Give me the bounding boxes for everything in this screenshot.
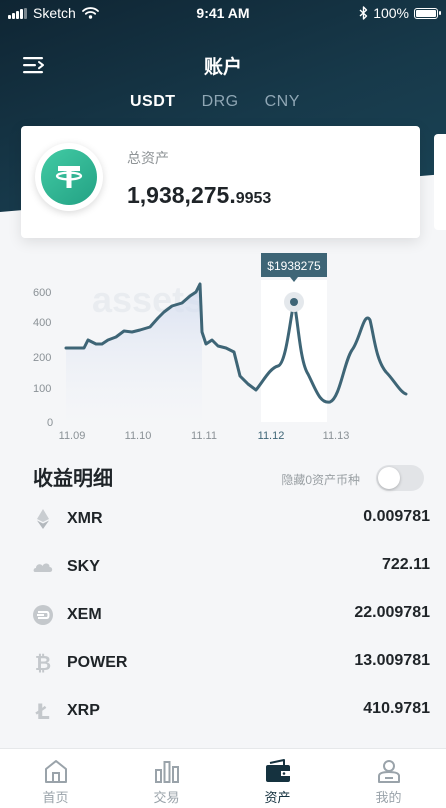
total-asset-card[interactable]: 总资产 1,938,275.9953	[21, 126, 420, 238]
asset-amount: 13.009781	[354, 652, 430, 669]
list-item[interactable]: ₿ POWER 13.009781	[0, 641, 446, 689]
asset-name: SKY	[67, 558, 100, 575]
svg-text:Ł: Ł	[35, 700, 49, 722]
page-title: 账户	[203, 57, 242, 78]
tab-drg[interactable]: DRG	[202, 93, 239, 111]
tooltip-text: $1938275	[267, 259, 321, 273]
tab-trade[interactable]: 交易	[111, 749, 222, 808]
total-asset-label: 总资产	[127, 150, 169, 166]
tab-cny[interactable]: CNY	[265, 93, 300, 111]
bitcoin-icon: ₿	[35, 652, 51, 674]
tether-icon	[41, 149, 97, 205]
tab-label: 首页	[42, 790, 69, 805]
asset-amount: 0.009781	[363, 508, 430, 525]
tab-assets[interactable]: 资产	[222, 749, 333, 808]
asset-amount: 410.9781	[363, 700, 430, 717]
tab-label: 我的	[375, 790, 402, 805]
battery-percent: 100%	[373, 5, 409, 21]
y-tick-400: 400	[33, 317, 51, 329]
income-title: 收益明细	[33, 468, 113, 490]
tab-usdt[interactable]: USDT	[130, 93, 176, 111]
tab-profile[interactable]: 我的	[333, 749, 444, 808]
chart-svg: assets $1938275 600 400 200 100 0 11.09 …	[33, 253, 408, 442]
tab-label: 交易	[153, 790, 180, 805]
coin-logo	[35, 143, 103, 211]
tab-bar: 首页 交易 资产 我的	[0, 748, 446, 808]
x-tick-1109: 11.09	[59, 430, 86, 442]
chart-point-inner	[290, 298, 298, 306]
status-bar: Sketch 9:41 AM 100%	[0, 0, 446, 26]
battery-icon	[414, 7, 441, 19]
asset-amount: 722.11	[381, 556, 430, 573]
asset-value-decimal: 9953	[235, 190, 272, 207]
x-tick-1110: 11.10	[125, 430, 152, 442]
status-right: 100%	[359, 5, 441, 21]
asset-name: XMR	[67, 510, 103, 527]
total-asset-value: 1,938,275.9953	[127, 182, 271, 209]
home-icon	[45, 760, 67, 783]
tab-label: 资产	[264, 790, 291, 805]
asset-name: POWER	[67, 654, 128, 671]
currency-tabs: USDT DRG CNY	[130, 93, 300, 111]
bluetooth-icon	[359, 6, 368, 20]
asset-chart[interactable]: assets $1938275 600 400 200 100 0 11.09 …	[0, 240, 446, 450]
wallet-icon	[266, 759, 290, 782]
dash-icon	[33, 605, 53, 625]
hide-zero-label: 隐藏0资产币种	[281, 473, 360, 487]
y-tick-600: 600	[33, 287, 51, 299]
user-icon	[378, 760, 400, 783]
asset-amount: 22.009781	[354, 604, 430, 621]
svg-text:₿: ₿	[35, 652, 51, 674]
toggle-knob	[378, 467, 400, 489]
list-item[interactable]: SKY 722.11	[0, 545, 446, 593]
cloud-icon	[33, 563, 53, 572]
asset-value-main: 1,938,275.	[127, 182, 236, 208]
ethereum-icon	[37, 509, 49, 529]
list-item[interactable]: Ł XRP 410.9781	[0, 689, 446, 737]
list-item[interactable]: XEM 22.009781	[0, 593, 446, 641]
y-tick-100: 100	[33, 383, 51, 395]
x-tick-1111: 11.11	[191, 430, 217, 442]
litecoin-icon: Ł	[35, 700, 49, 722]
x-tick-1112: 11.12	[258, 430, 285, 442]
hide-zero-toggle[interactable]	[376, 465, 424, 491]
bar-chart-icon	[155, 761, 179, 783]
asset-name: XRP	[67, 702, 100, 719]
list-item[interactable]: XMR 0.009781	[0, 497, 446, 545]
x-tick-1113: 11.13	[323, 430, 350, 442]
y-tick-200: 200	[33, 352, 51, 364]
y-tick-0: 0	[47, 417, 53, 429]
tab-home[interactable]: 首页	[0, 749, 111, 808]
asset-name: XEM	[67, 606, 102, 623]
next-asset-card[interactable]	[434, 134, 446, 230]
